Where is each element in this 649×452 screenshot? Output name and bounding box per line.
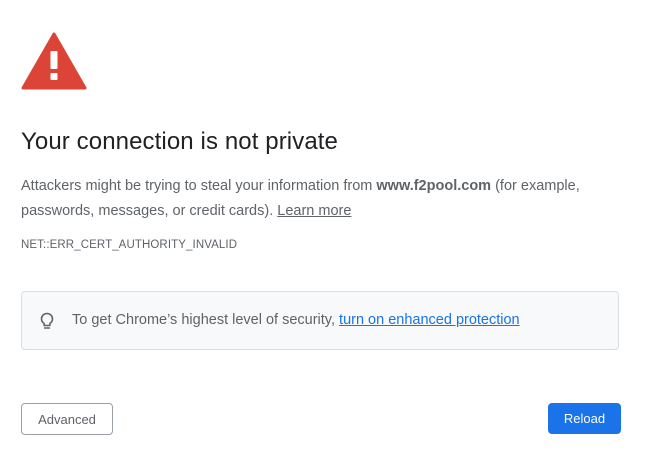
error-code: NET::ERR_CERT_AUTHORITY_INVALID xyxy=(21,239,238,251)
enhanced-protection-banner: To get Chrome’s highest level of securit… xyxy=(21,291,619,350)
error-explanation: Attackers might be trying to steal your … xyxy=(21,174,633,224)
reload-button[interactable]: Reload xyxy=(548,403,621,434)
enhanced-protection-message: To get Chrome’s highest level of securit… xyxy=(72,312,520,328)
warning-triangle-icon xyxy=(21,32,87,90)
enhanced-protection-text: To get Chrome’s highest level of securit… xyxy=(72,312,340,328)
advanced-button[interactable]: Advanced xyxy=(21,403,113,435)
enhanced-protection-link[interactable]: turn on enhanced protection xyxy=(339,312,520,328)
learn-more-link[interactable]: Learn more xyxy=(277,203,351,219)
explanation-prefix: Attackers might be trying to steal your … xyxy=(21,178,377,194)
page-title: Your connection is not private xyxy=(21,128,338,155)
lightbulb-icon xyxy=(37,311,57,331)
domain-name: www.f2pool.com xyxy=(376,178,492,194)
